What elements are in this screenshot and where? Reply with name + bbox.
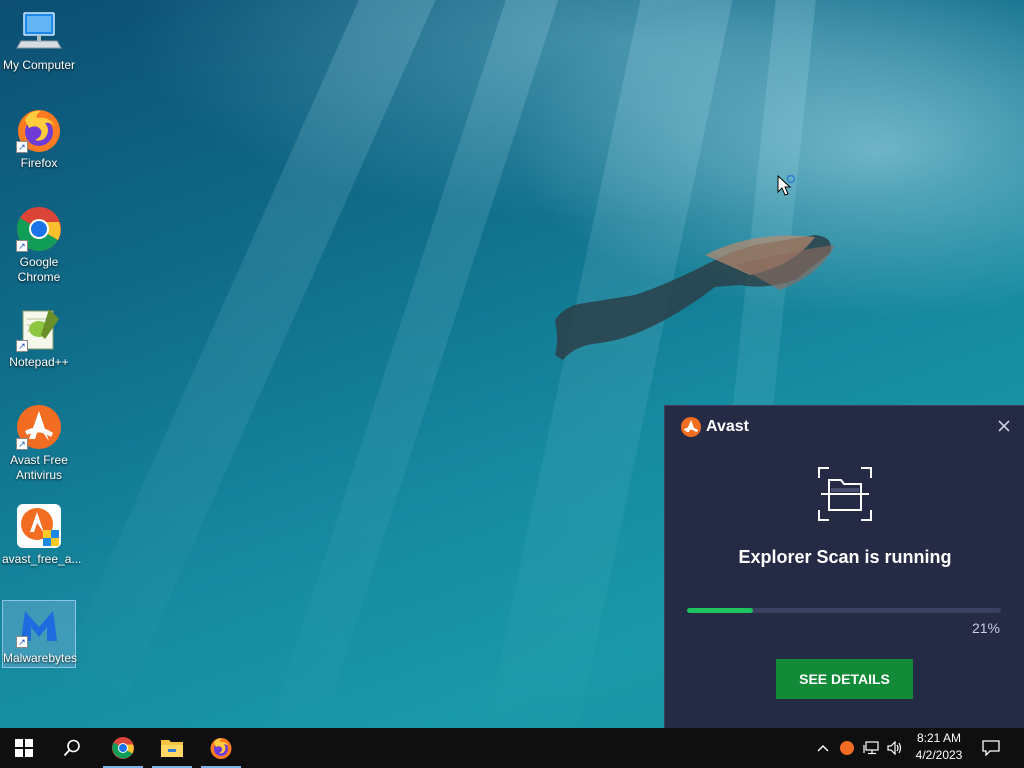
file-explorer-icon [161, 740, 183, 757]
chrome-icon: ↗ [15, 205, 63, 253]
chevron-up-icon [817, 745, 829, 752]
clock-date: 4/2/2023 [915, 748, 963, 762]
show-hidden-icons-button[interactable] [812, 728, 834, 768]
desktop-icon-my-computer[interactable]: My Computer [2, 8, 76, 73]
desktop-icon-malwarebytes[interactable]: ↗ Malwarebytes [2, 600, 78, 668]
windows-start-icon [15, 739, 33, 757]
network-icon [863, 741, 879, 755]
taskbar-file-explorer[interactable] [148, 728, 196, 768]
firefox-icon: ↗ [15, 106, 63, 154]
desktop-icon-label: Google Chrome [17, 255, 61, 284]
scan-status-title: Explorer Scan is running [738, 547, 952, 567]
close-icon[interactable] [996, 418, 1012, 434]
taskbar-clock[interactable]: 8:21 AM 4/2/2023 [910, 730, 968, 764]
desktop-icon-label: Notepad++ [9, 355, 69, 369]
desktop-icon-label: Malwarebytes [3, 651, 78, 665]
folder-scan-icon [818, 467, 872, 521]
action-center-button[interactable] [976, 728, 1006, 768]
tray-volume[interactable] [884, 728, 906, 768]
notification-icon [982, 740, 1000, 756]
malwarebytes-icon: ↗ [15, 601, 63, 649]
shortcut-arrow-icon: ↗ [16, 340, 28, 352]
see-details-button[interactable]: SEE DETAILS [776, 659, 913, 699]
scan-progress-fill [687, 608, 753, 613]
desktop-icon-google-chrome[interactable]: ↗ Google Chrome [2, 205, 76, 285]
avast-brand-name: Avast [706, 418, 749, 435]
chrome-icon [112, 737, 134, 759]
desktop-icon-label: My Computer [2, 58, 76, 72]
taskbar: 8:21 AM 4/2/2023 [0, 728, 1024, 768]
avast-logo-icon [681, 417, 701, 437]
shortcut-arrow-icon: ↗ [16, 141, 28, 153]
shortcut-arrow-icon: ↗ [16, 438, 28, 450]
avast-brand: Avast [680, 416, 749, 438]
desktop-icon-avast-free-antivirus[interactable]: ↗ Avast Free Antivirus [2, 403, 76, 483]
shortcut-arrow-icon: ↗ [16, 636, 28, 648]
avast-icon: ↗ [15, 403, 63, 451]
mouse-cursor-icon [777, 175, 796, 196]
wallpaper-swimmer [555, 235, 835, 360]
taskbar-chrome[interactable] [99, 728, 147, 768]
notepad-plus-plus-icon: ↗ [15, 305, 63, 353]
avast-notification-popup: Avast Explorer Scan is running 21% SEE D… [664, 405, 1024, 728]
avast-tray-icon [840, 741, 854, 755]
start-button[interactable] [0, 728, 48, 768]
avast-installer-icon [15, 502, 63, 550]
desktop-icon-label: avast_free_a... [2, 552, 82, 566]
search-icon [63, 739, 80, 757]
computer-icon [15, 8, 63, 56]
taskbar-firefox[interactable] [197, 728, 245, 768]
clock-time: 8:21 AM [916, 731, 962, 745]
desktop-icon-label: Avast Free Antivirus [10, 453, 68, 482]
desktop-icon-notepad-plus-plus[interactable]: ↗ Notepad++ [2, 305, 76, 370]
tray-network[interactable] [860, 728, 882, 768]
volume-icon [887, 741, 902, 755]
scan-progress-percent: 21% [971, 620, 1000, 636]
desktop-icon-avast-installer[interactable]: avast_free_a... [2, 502, 82, 567]
search-button[interactable] [48, 728, 96, 768]
scan-progress-bar [687, 608, 1001, 613]
firefox-icon [210, 738, 232, 759]
desktop-icon-label: Firefox [20, 156, 58, 170]
shortcut-arrow-icon: ↗ [16, 240, 28, 252]
tray-avast[interactable] [836, 728, 858, 768]
desktop-icon-firefox[interactable]: ↗ Firefox [2, 106, 76, 171]
